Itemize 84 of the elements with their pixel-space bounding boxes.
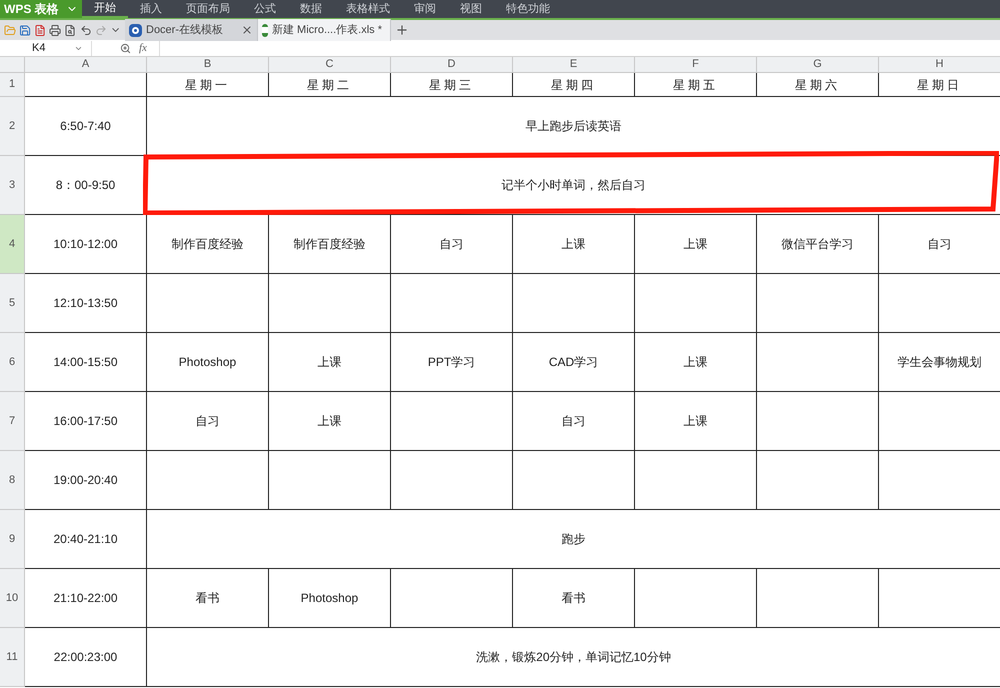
table-cell: 上课	[635, 215, 757, 274]
pdf-export-icon[interactable]	[34, 24, 46, 36]
menu-tab[interactable]: 插入	[128, 0, 174, 18]
table-cell: 上课	[635, 333, 757, 392]
document-tab[interactable]: 新建 Micro....作表.xls *	[258, 19, 391, 41]
print-icon[interactable]	[49, 24, 62, 36]
table-cell: 14:00-15:50	[25, 333, 147, 392]
table-cell: 制作百度经验	[269, 215, 391, 274]
table-cell: 12:10-13:50	[25, 274, 147, 333]
column-header[interactable]: C	[269, 57, 391, 73]
column-header[interactable]: H	[879, 57, 1000, 73]
table-cell: 上课	[635, 392, 757, 451]
table-cell: Photoshop	[269, 569, 391, 628]
table-cell: 自习	[513, 392, 635, 451]
column-header[interactable]: G	[757, 57, 879, 73]
name-box[interactable]: K4	[0, 40, 92, 56]
table-cell: 自习	[879, 215, 1000, 274]
table-cell: CAD学习	[513, 333, 635, 392]
table-cell: 6:50-7:40	[25, 97, 147, 156]
table-cell: 星期二	[269, 73, 391, 97]
row-header[interactable]: 4	[0, 215, 25, 274]
table-cell: 星期日	[879, 73, 1000, 97]
column-header[interactable]: A	[25, 57, 147, 73]
row-header[interactable]: 11	[0, 628, 25, 687]
row-header[interactable]: 10	[0, 569, 25, 628]
table-cell: Photoshop	[147, 333, 269, 392]
table-cell: 上课	[513, 215, 635, 274]
table-cell: 微信平台学习	[757, 215, 879, 274]
table-cell: 10:10-12:00	[25, 215, 147, 274]
row-header[interactable]: 6	[0, 333, 25, 392]
table-cell: 看书	[513, 569, 635, 628]
row-header[interactable]: 8	[0, 451, 25, 510]
table-cell: 看书	[147, 569, 269, 628]
docer-icon	[129, 24, 142, 36]
row-header[interactable]: 3	[0, 156, 25, 215]
undo-icon[interactable]	[80, 24, 92, 36]
table-cell: 自习	[391, 215, 513, 274]
column-header[interactable]: B	[147, 57, 269, 73]
table-cell: 制作百度经验	[147, 215, 269, 274]
row-header[interactable]: 7	[0, 392, 25, 451]
table-cell: 19:00-20:40	[25, 451, 147, 510]
menu-tab[interactable]: 特色功能	[494, 0, 562, 18]
table-cell: 星期一	[147, 73, 269, 97]
column-header[interactable]: D	[391, 57, 513, 73]
table-cell: 记半个小时单词，然后自习	[147, 156, 1000, 215]
function-label[interactable]: fx	[139, 40, 147, 56]
row-header[interactable]: 2	[0, 97, 25, 156]
document-tab[interactable]: Docer-在线模板	[125, 19, 258, 41]
menu-tab[interactable]: 公式	[242, 0, 288, 18]
new-tab-icon[interactable]	[395, 23, 409, 37]
column-header[interactable]: F	[635, 57, 757, 73]
save-icon[interactable]	[19, 24, 32, 36]
zoom-icon[interactable]	[120, 42, 131, 54]
menu-tab[interactable]: 视图	[448, 0, 494, 18]
table-cell: 洗漱，锻炼20分钟，单词记忆10分钟	[147, 628, 1000, 687]
menu-tab[interactable]: 数据	[288, 0, 334, 18]
table-cell: 上课	[269, 333, 391, 392]
menu-tab[interactable]: 表格样式	[334, 0, 402, 18]
table-cell: 跑步	[147, 510, 1000, 569]
table-cell: 星期六	[757, 73, 879, 97]
menu-tab[interactable]: 审阅	[402, 0, 448, 18]
table-cell: 学生会事物规划	[879, 333, 1000, 392]
tab-title: 新建 Micro....作表.xls *	[272, 22, 382, 38]
row-header[interactable]: 5	[0, 274, 25, 333]
table-cell: 8：00-9:50	[25, 156, 147, 215]
row-header[interactable]: 1	[0, 73, 25, 97]
app-menu-button[interactable]: WPS 表格	[0, 0, 82, 18]
table-cell: 上课	[269, 392, 391, 451]
row-header[interactable]: 9	[0, 510, 25, 569]
table-cell: 20:40-21:10	[25, 510, 147, 569]
table-cell: 星期五	[635, 73, 757, 97]
table-cell: 22:00:23:00	[25, 628, 147, 687]
print-preview-icon[interactable]	[64, 24, 77, 36]
column-header[interactable]: E	[513, 57, 635, 73]
table-cell: 16:00-17:50	[25, 392, 147, 451]
close-icon[interactable]	[241, 24, 253, 36]
menu-tab[interactable]: 页面布局	[174, 0, 242, 18]
table-cell: PPT学习	[391, 333, 513, 392]
table-cell: 自习	[147, 392, 269, 451]
table-cell: 早上跑步后读英语	[147, 97, 1000, 156]
table-cell: 星期四	[513, 73, 635, 97]
tab-title: Docer-在线模板	[146, 22, 224, 38]
table-cell: 星期三	[391, 73, 513, 97]
table-cell: 21:10-22:00	[25, 569, 147, 628]
